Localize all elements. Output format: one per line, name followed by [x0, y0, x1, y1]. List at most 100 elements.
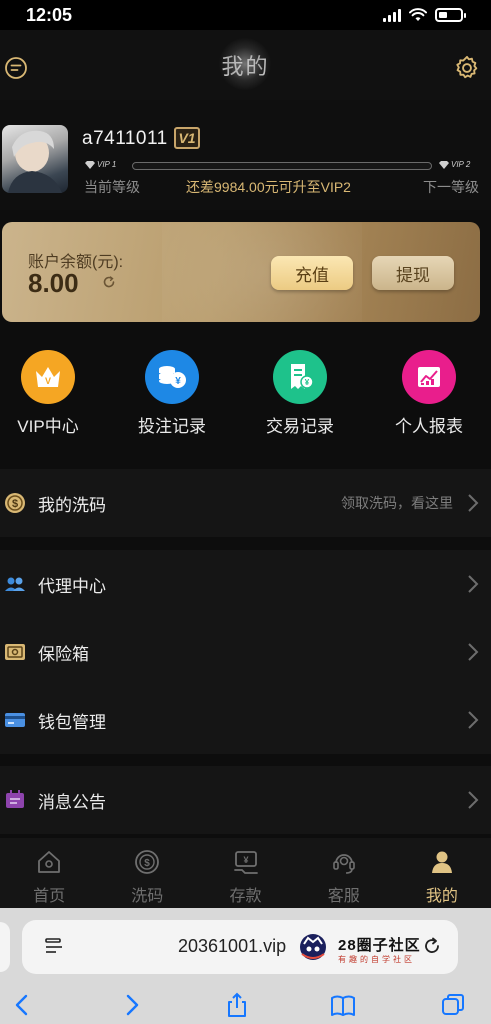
- browser-toolbar: 20361001.vip 28圈子社区 有趣的自学社区: [0, 908, 491, 1024]
- gear-icon[interactable]: [453, 54, 481, 82]
- avatar[interactable]: [2, 125, 68, 193]
- upgrade-message: 还差9984.00元可升至VIP2: [186, 179, 351, 195]
- next-level-label: 下一等级: [423, 179, 479, 195]
- recharge-button[interactable]: 充值: [271, 256, 353, 290]
- browser-nav-row: [0, 988, 491, 1024]
- svg-text:¥: ¥: [175, 376, 181, 387]
- current-level-label: 当前等级: [84, 179, 140, 195]
- quick-label: 个人报表: [395, 417, 463, 436]
- menu-label: 钱包管理: [38, 712, 106, 732]
- quick-label: 投注记录: [138, 417, 206, 436]
- tab-label: 我的: [425, 888, 458, 905]
- menu-group-washcode: $ 我的洗码 领取洗码，看这里: [0, 469, 491, 537]
- tab-label: 首页: [33, 888, 66, 905]
- quick-vip-center[interactable]: V VIP中心: [0, 350, 103, 437]
- previous-tab-edge[interactable]: [0, 922, 10, 972]
- tab-customer-service[interactable]: 客服: [295, 838, 393, 908]
- quick-label: VIP中心: [17, 417, 79, 436]
- svg-text:$: $: [145, 858, 151, 869]
- touch-indicator: [219, 38, 271, 90]
- tab-label: 存款: [229, 888, 262, 905]
- forward-icon[interactable]: [118, 992, 144, 1018]
- level-progress-bar: [132, 162, 432, 170]
- cellular-signal-icon: [383, 8, 401, 22]
- username: a7411011: [82, 128, 168, 149]
- quick-label: 交易记录: [266, 417, 334, 436]
- reader-mode-icon[interactable]: [44, 937, 66, 957]
- personal-report-badge: [402, 350, 456, 404]
- menu-item-safe[interactable]: 保险箱: [0, 618, 491, 686]
- safe-box-icon: [5, 644, 25, 660]
- wifi-icon: [409, 8, 427, 21]
- chevron-right-icon: [468, 711, 479, 729]
- status-bar: 12:05: [0, 0, 491, 30]
- balance-card: 账户余额(元): 8.00 充值 提现: [2, 222, 480, 322]
- vip-crown-badge: V: [21, 350, 75, 404]
- headset-icon: [332, 854, 355, 874]
- quick-actions: V VIP中心 ¥ 投注记录 ¥ 交易记录 个人报表: [0, 340, 491, 450]
- chevron-right-icon: [468, 494, 479, 512]
- menu-label: 保险箱: [38, 644, 89, 664]
- coin-stack-icon: ¥: [159, 366, 186, 388]
- watermark-title: 28圈子社区: [338, 937, 421, 954]
- menu-item-washcode[interactable]: $ 我的洗码 领取洗码，看这里: [0, 469, 491, 537]
- page-header: 我的: [0, 30, 491, 100]
- quick-transaction-records[interactable]: ¥ 交易记录: [245, 350, 355, 437]
- withdraw-button[interactable]: 提现: [372, 256, 454, 290]
- bottom-tab-bar: 首页 $ 洗码 ¥ 存款 客服 我的: [0, 838, 491, 908]
- reload-icon[interactable]: [422, 936, 442, 956]
- quick-bet-records[interactable]: ¥ 投注记录: [117, 350, 227, 437]
- status-time: 12:05: [26, 4, 73, 25]
- bookmarks-icon[interactable]: [330, 992, 356, 1018]
- menu-item-notice[interactable]: 消息公告: [0, 766, 491, 834]
- svg-text:¥: ¥: [243, 855, 248, 865]
- menu-item-wallet[interactable]: 钱包管理: [0, 686, 491, 754]
- svg-text:$: $: [12, 498, 18, 510]
- wallet-card-icon: [5, 713, 25, 727]
- message-menu-icon[interactable]: [4, 56, 28, 80]
- svg-text:¥: ¥: [305, 378, 310, 387]
- svg-text:V: V: [45, 376, 51, 386]
- url-text: 20361001.vip: [178, 936, 287, 956]
- dollar-coin-icon: $: [135, 850, 160, 874]
- menu-group-account: 代理中心 保险箱 钱包管理: [0, 550, 491, 754]
- balance-amount: 8.00: [28, 268, 79, 298]
- menu-group-notice: 消息公告: [0, 766, 491, 834]
- watermark-subtitle: 有趣的自学社区: [338, 955, 415, 964]
- menu-item-agent[interactable]: 代理中心: [0, 550, 491, 618]
- chevron-right-icon: [468, 575, 479, 593]
- home-icon: [38, 851, 60, 873]
- tab-label: 洗码: [131, 888, 164, 905]
- receipt-icon: ¥: [291, 364, 314, 389]
- share-icon[interactable]: [224, 992, 250, 1018]
- crown-icon: V: [36, 367, 60, 387]
- status-icons: [383, 8, 466, 22]
- chevron-right-icon: [468, 791, 479, 809]
- menu-hint: 领取洗码，看这里: [341, 495, 453, 511]
- bet-records-badge: ¥: [145, 350, 199, 404]
- back-icon[interactable]: [10, 992, 36, 1018]
- tabs-icon[interactable]: [440, 992, 466, 1018]
- chart-icon: [418, 367, 440, 387]
- tab-mine[interactable]: 我的: [393, 838, 491, 908]
- menu-label: 我的洗码: [38, 495, 106, 515]
- tab-home[interactable]: 首页: [0, 838, 98, 908]
- watermark-logo-icon: [300, 934, 326, 960]
- menu-label: 消息公告: [38, 792, 106, 812]
- battery-icon: [435, 8, 466, 22]
- deposit-icon: ¥: [233, 851, 258, 874]
- diamond-icon: [439, 160, 449, 169]
- announcement-icon: [6, 790, 24, 808]
- dollar-coin-icon: $: [5, 493, 25, 513]
- diamond-icon: [85, 160, 95, 169]
- menu-label: 代理中心: [38, 576, 106, 596]
- transaction-records-badge: ¥: [273, 350, 327, 404]
- next-level-tag: VIP 2: [438, 160, 470, 169]
- tab-washcode[interactable]: $ 洗码: [98, 838, 196, 908]
- vip-level-badge: V1: [174, 127, 200, 149]
- profile-section: a7411011 V1 VIP 1 VIP 2 当前等级 还差9984.00元可…: [0, 100, 491, 210]
- quick-personal-report[interactable]: 个人报表: [374, 350, 484, 437]
- refresh-icon[interactable]: [102, 275, 116, 289]
- tab-label: 客服: [327, 888, 360, 905]
- tab-deposit[interactable]: ¥ 存款: [196, 838, 294, 908]
